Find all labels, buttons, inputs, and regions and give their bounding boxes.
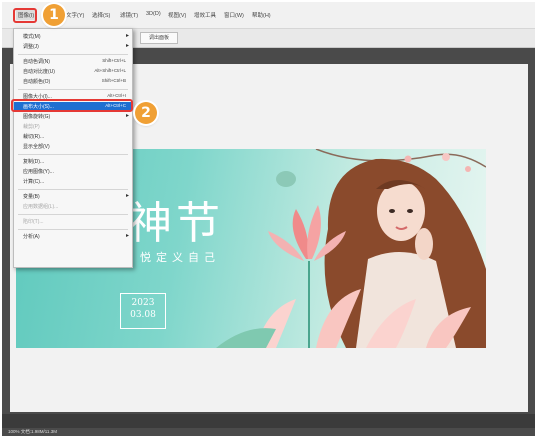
menu-item-2[interactable]: 自动色调(N) Shift+Ctrl+L [14,57,132,66]
artwork-date-box: 2023 03.08 [120,293,166,329]
menu-separator [18,229,128,230]
step-1-badge: 1 [43,4,65,26]
menu-item-shortcut: Shift+Ctrl+B [101,78,126,83]
menu-item-17[interactable]: 分析(A) ▸ [14,232,132,241]
menu-separator [18,89,128,90]
menu-separator [18,214,128,215]
menu-item-label: 调整(J) [23,44,39,50]
submenu-arrow-icon: ▸ [125,233,129,239]
menu-filter[interactable]: 滤镜(T) [120,11,138,19]
menu-item-shortcut: Alt+Ctrl+I [107,93,126,98]
menu-select[interactable]: 选择(S) [92,11,110,19]
submenu-arrow-icon: ▸ [125,43,129,49]
menu-item-label: 应用数据组(L)... [23,204,59,210]
menu-item-10[interactable]: 显示全部(V) [14,142,132,151]
panel-button[interactable]: 调出面板 [140,32,178,44]
menu-item-16: 陷印(T)... [14,217,132,226]
menu-plugins[interactable]: 增效工具 [194,11,216,19]
menu-item-label: 计算(C)... [23,179,45,185]
menu-window[interactable]: 窗口(W) [224,11,244,19]
image-menu-highlight [13,8,37,23]
menu-item-label: 陷印(T)... [23,219,44,225]
menu-item-14[interactable]: 变量(B) ▸ [14,192,132,201]
menu-item-12[interactable]: 应用图像(Y)... [14,167,132,176]
menu-item-11[interactable]: 复制(D)... [14,157,132,166]
menu-item-shortcut: Alt+Shift+Ctrl+L [94,68,126,73]
menu-view[interactable]: 视图(V) [168,11,186,19]
menu-item-label: 复制(D)... [23,159,45,165]
menu-item-shortcut: Shift+Ctrl+L [102,58,126,63]
menu-item-13[interactable]: 计算(C)... [14,177,132,186]
menu-separator [18,189,128,190]
menu-item-3[interactable]: 自动对比度(U) Alt+Shift+Ctrl+L [14,67,132,76]
artwork-subtitle: 悦定义自己 [140,252,220,264]
menu-item-label: 自动颜色(O) [23,79,51,85]
menu-3d[interactable]: 3D(D) [146,11,161,17]
menu-item-label: 应用图像(Y)... [23,169,54,175]
menu-separator [18,154,128,155]
menu-item-label: 裁切(R)... [23,134,45,140]
menu-item-label: 自动对比度(U) [23,69,55,75]
menu-item-label: 自动色调(N) [23,59,50,65]
menu-item-label: 显示全部(V) [23,144,50,150]
menu-type[interactable]: 文字(Y) [66,11,84,19]
menu-bar: 图像(I) 文字(Y) 选择(S) 滤镜(T) 3D(D) 视图(V) 增效工具… [2,2,535,29]
submenu-arrow-icon: ▸ [125,193,129,199]
menu-item-8: 裁剪(P) [14,122,132,131]
menu-item-label: 变量(B) [23,194,40,200]
app-window: 图像(I) 文字(Y) 选择(S) 滤镜(T) 3D(D) 视图(V) 增效工具… [2,2,535,436]
menu-item-4[interactable]: 自动颜色(O) Shift+Ctrl+B [14,77,132,86]
menu-item-9[interactable]: 裁切(R)... [14,132,132,141]
menu-item-7[interactable]: 图像旋转(G) ▸ [14,112,132,121]
menu-help[interactable]: 帮助(H) [252,11,271,19]
menu-item-label: 裁剪(P) [23,124,40,130]
menu-item-label: 分析(A) [23,234,40,240]
submenu-arrow-icon: ▸ [125,33,129,39]
menu-item-15: 应用数据组(L)... [14,202,132,211]
step-2-badge: 2 [135,102,157,124]
submenu-arrow-icon: ▸ [125,113,129,119]
menu-separator [18,54,128,55]
menu-item-label: 图像旋转(G) [23,114,51,120]
menu-item-label: 模式(M) [23,34,41,40]
artwork-year: 2023 [131,298,155,308]
menu-item-0[interactable]: 模式(M) ▸ [14,32,132,41]
status-bar: 100% 文档:1.98M/11.3M [2,428,535,436]
status-text: 100% 文档:1.98M/11.3M [8,429,57,434]
image-menu-dropdown: 模式(M) ▸ 调整(J) ▸ 自动色调(N) Shift+Ctrl+L 自动对比度(U) A… [13,28,133,268]
artwork-day: 03.08 [130,310,156,320]
menu-item-1[interactable]: 调整(J) ▸ [14,42,132,51]
artwork-title: 神节 [128,198,224,249]
canvas-size-highlight [11,99,133,112]
